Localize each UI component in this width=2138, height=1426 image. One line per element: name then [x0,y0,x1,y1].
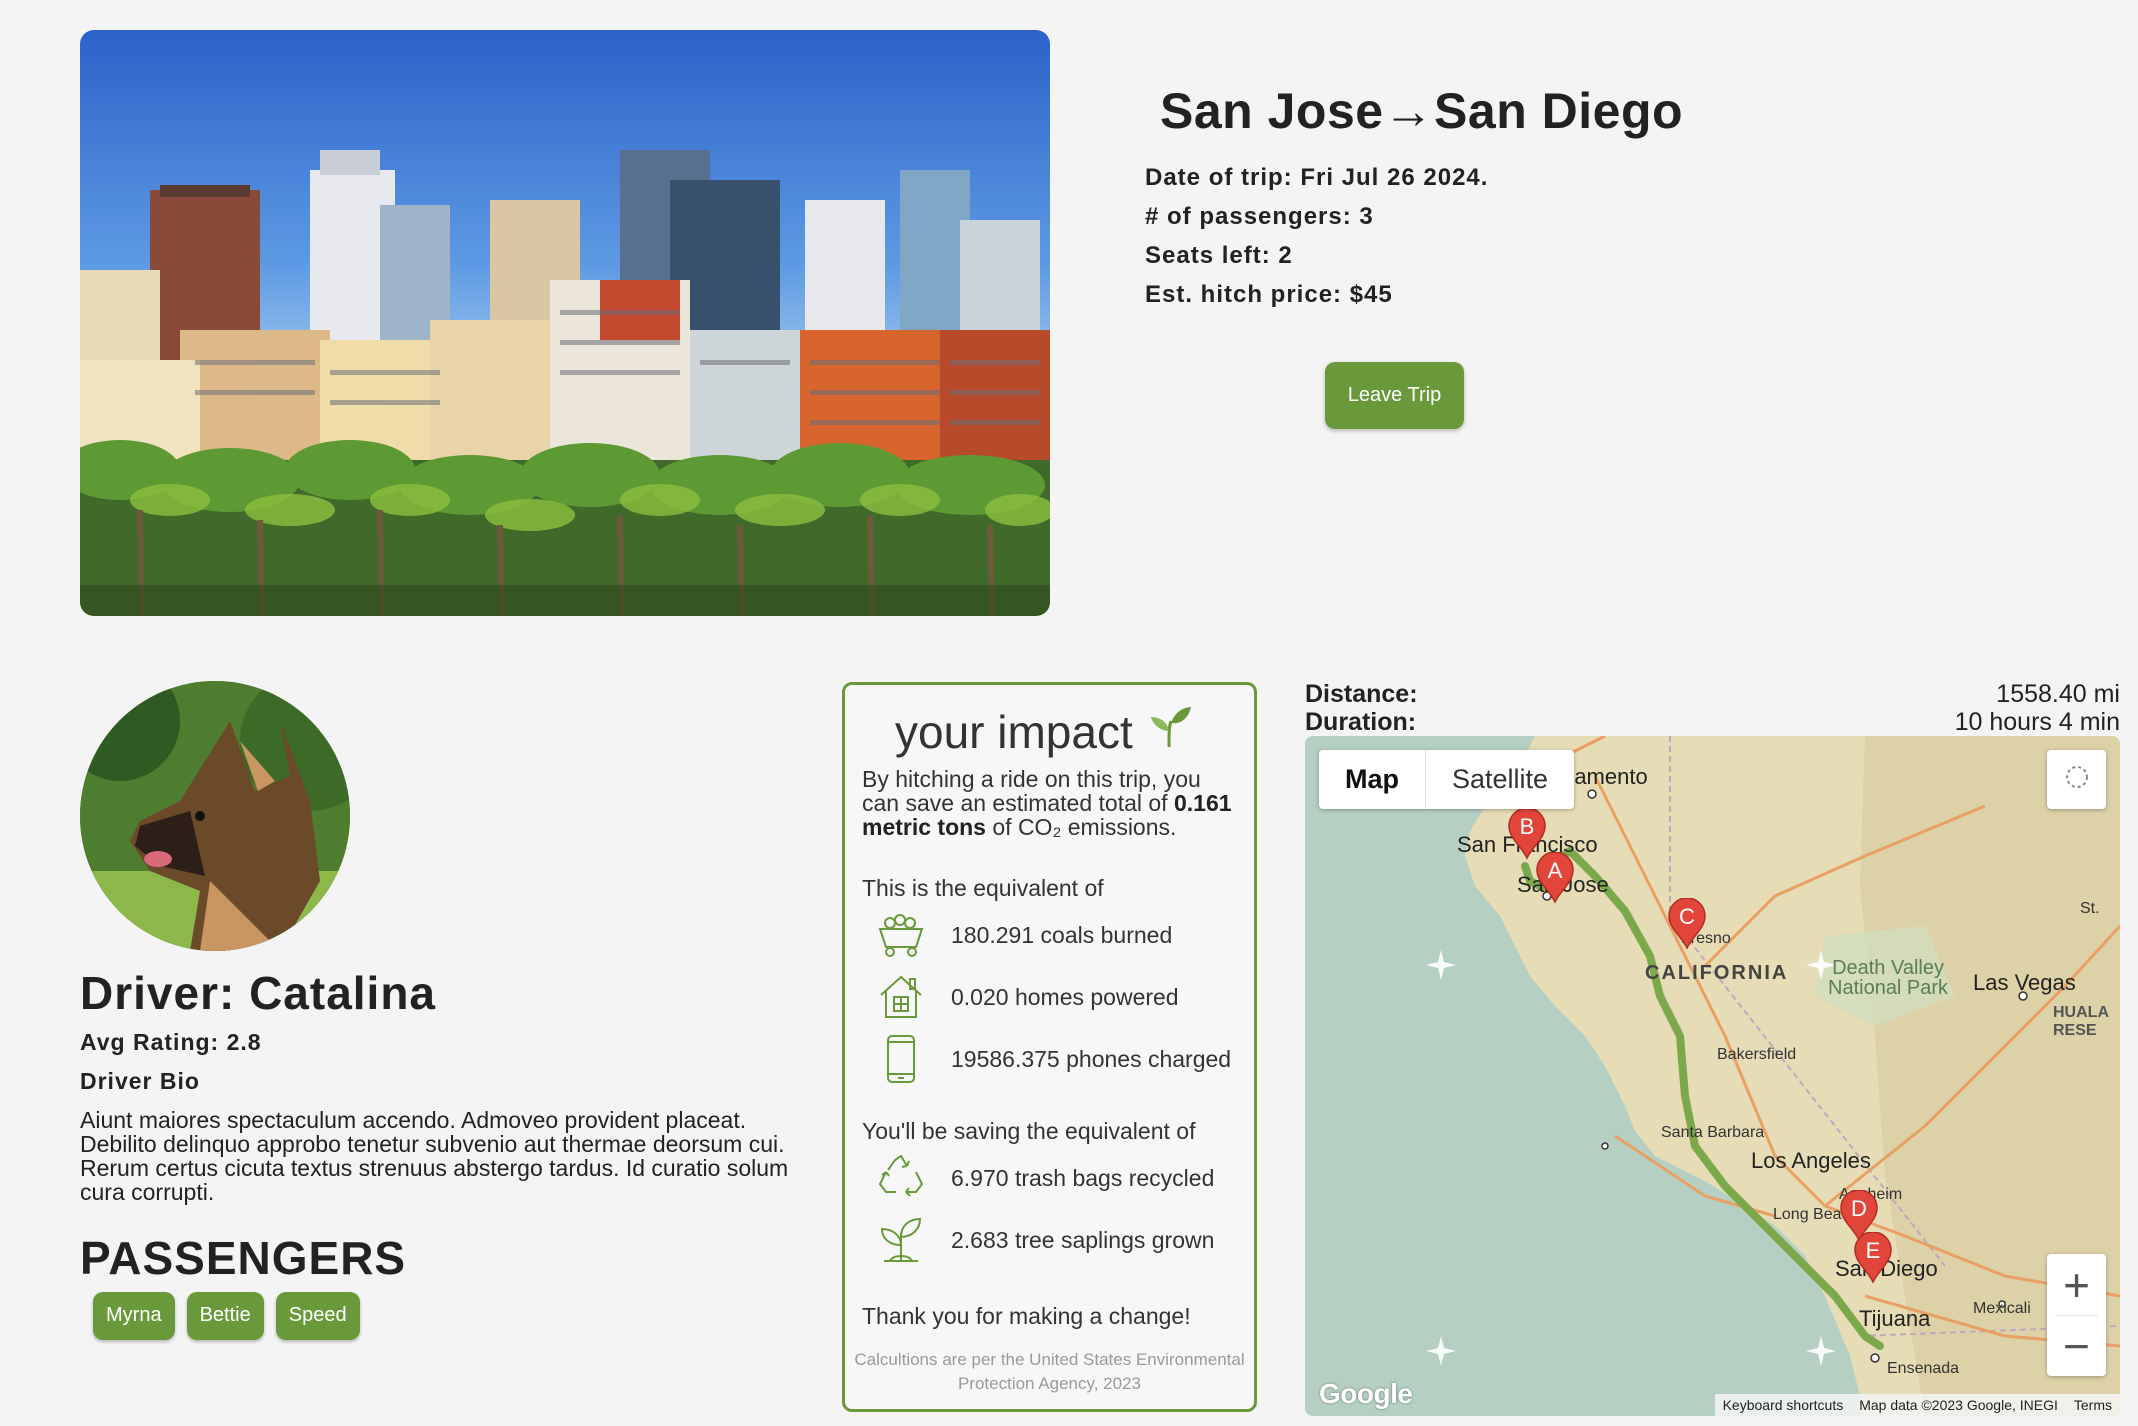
impact-heading: your impact [895,703,1193,760]
route-marker-d-label: D [1851,1196,1867,1221]
map-label-hualapai-line1: HUALA [2053,1004,2109,1021]
equivalent-label: This is the equivalent of [862,875,1104,901]
google-logo: Google [1319,1378,1413,1409]
impact-intro-text: By hitching a ride on this trip, you can… [862,766,1201,816]
map-label-hualapai-line2: RESE [2053,1022,2097,1039]
map-type-map-button[interactable]: Map [1319,750,1426,809]
trip-seats-left: Seats left: 2 [1145,242,1293,269]
route-marker-b-label: B [1519,814,1535,839]
impact-phones-text: 19586.375 phones charged [951,1045,1232,1072]
map-attribution: Keyboard shortcuts Map data ©2023 Google… [1714,1394,2120,1416]
passenger-chip[interactable]: Speed [275,1292,360,1340]
map-label-st: St. [2080,900,2100,917]
impact-footnote: Calcultions are per the United States En… [854,1350,1245,1393]
phone-icon [875,1033,927,1085]
route-labels: Distance: Duration: [1305,680,1418,736]
route-marker-e[interactable]: E [1853,1231,1893,1284]
terms-link[interactable]: Terms [2066,1394,2120,1416]
impact-recycle-text: 6.970 trash bags recycled [951,1164,1215,1191]
sprout-icon [1147,703,1193,760]
route-marker-c[interactable]: C [1667,897,1707,950]
impact-row-homes: 0.020 homes powered [875,971,1179,1023]
trip-title: San Jose→San Diego [1160,83,1684,139]
impact-homes-text: 0.020 homes powered [951,983,1179,1010]
recycle-icon [875,1152,927,1204]
route-values: 1558.40 mi 10 hours 4 min [1955,680,2120,736]
house-icon [875,971,927,1023]
map-label-death-valley-line1: Death Valley [1832,957,1944,979]
map-type-satellite-button[interactable]: Satellite [1426,750,1574,809]
route-marker-e-label: E [1865,1238,1881,1263]
zoom-control: + − [2047,1254,2106,1376]
map-label-sacramento: ramento [1567,764,1648,789]
zoom-in-button[interactable]: + [2047,1254,2106,1315]
route-marker-a[interactable]: A [1535,851,1575,904]
trip-date: Date of trip: Fri Jul 26 2024. [1145,164,1489,191]
map-label-death-valley: Death Valley National Park [1828,958,1948,998]
passenger-list: Myrna Bettie Speed [93,1292,360,1340]
route-marker-c-label: C [1679,904,1695,929]
impact-row-coal: 180.291 coals burned [875,909,1172,961]
fullscreen-button[interactable] [2047,750,2106,809]
driver-rating: Avg Rating: 2.8 [80,1029,262,1055]
map-label-california: CALIFORNIA [1645,962,1789,984]
saving-label: You'll be saving the equivalent of [862,1118,1196,1144]
impact-intro: By hitching a ride on this trip, you can… [862,767,1242,839]
sapling-icon [875,1214,927,1266]
duration-label: Duration: [1305,708,1417,736]
passenger-chip[interactable]: Bettie [186,1292,264,1340]
map-label-los-angeles: Los Angeles [1751,1148,1871,1173]
leave-trip-button[interactable]: Leave Trip [1325,362,1464,429]
trip-price: Est. hitch price: $45 [1145,281,1393,308]
impact-title: your impact [895,705,1133,758]
map-label-tijuana: Tijuana [1859,1306,1931,1331]
impact-intro-suffix: of CO₂ emissions. [992,814,1177,840]
impact-row-saplings: 2.683 tree saplings grown [875,1214,1214,1266]
map-label-ensenada: Ensenada [1887,1360,1960,1377]
trip-details: Date of trip: Fri Jul 26 2024. # of pass… [1145,164,1488,320]
passengers-heading: PASSENGERS [80,1232,407,1284]
distance-label: Distance: [1305,680,1418,708]
impact-card: your impact By hitching a ride on this t… [842,682,1257,1412]
driver-avatar [80,681,350,951]
map-label-mexicali: Mexicali [1973,1300,2031,1317]
map-type-control: Map Satellite [1319,750,1575,809]
impact-thanks: Thank you for making a change! [862,1303,1191,1329]
map-label-bakersfield: Bakersfield [1717,1046,1797,1063]
map-data-credit: Map data ©2023 Google, INEGI [1859,1397,2058,1413]
map-label-las-vegas: Las Vegas [1973,970,2076,995]
impact-saplings-text: 2.683 tree saplings grown [951,1226,1215,1253]
zoom-divider [2055,1315,2098,1316]
duration-value: 10 hours 4 min [1954,708,2120,736]
zoom-out-button[interactable]: − [2047,1315,2106,1376]
fullscreen-icon [2064,764,2090,795]
distance-value: 1558.40 mi [1996,680,2120,708]
route-marker-a-label: A [1547,858,1563,883]
passenger-chip[interactable]: Myrna [93,1292,175,1340]
impact-coal-text: 180.291 coals burned [951,921,1173,948]
driver-bio-label: Driver Bio [80,1068,200,1094]
map-label-santa-barbara: Santa Barbara [1661,1124,1765,1141]
route-map[interactable]: ramento San Francisco San Jose Fresno CA… [1305,736,2120,1416]
keyboard-shortcuts-link[interactable]: Keyboard shortcuts [1715,1394,1852,1416]
driver-bio: Aiunt maiores spectaculum accendo. Admov… [80,1107,789,1205]
trip-city-photo [80,30,1050,616]
impact-row-recycle: 6.970 trash bags recycled [875,1152,1214,1204]
impact-row-phones: 19586.375 phones charged [875,1033,1231,1085]
trip-passenger-count: # of passengers: 3 [1145,203,1374,230]
map-label-death-valley-line2: National Park [1828,977,1949,999]
map-label-hualapai: HUALA RESE [2053,1004,2109,1040]
coal-cart-icon [875,909,927,961]
driver-name: Driver: Catalina [80,967,437,1019]
